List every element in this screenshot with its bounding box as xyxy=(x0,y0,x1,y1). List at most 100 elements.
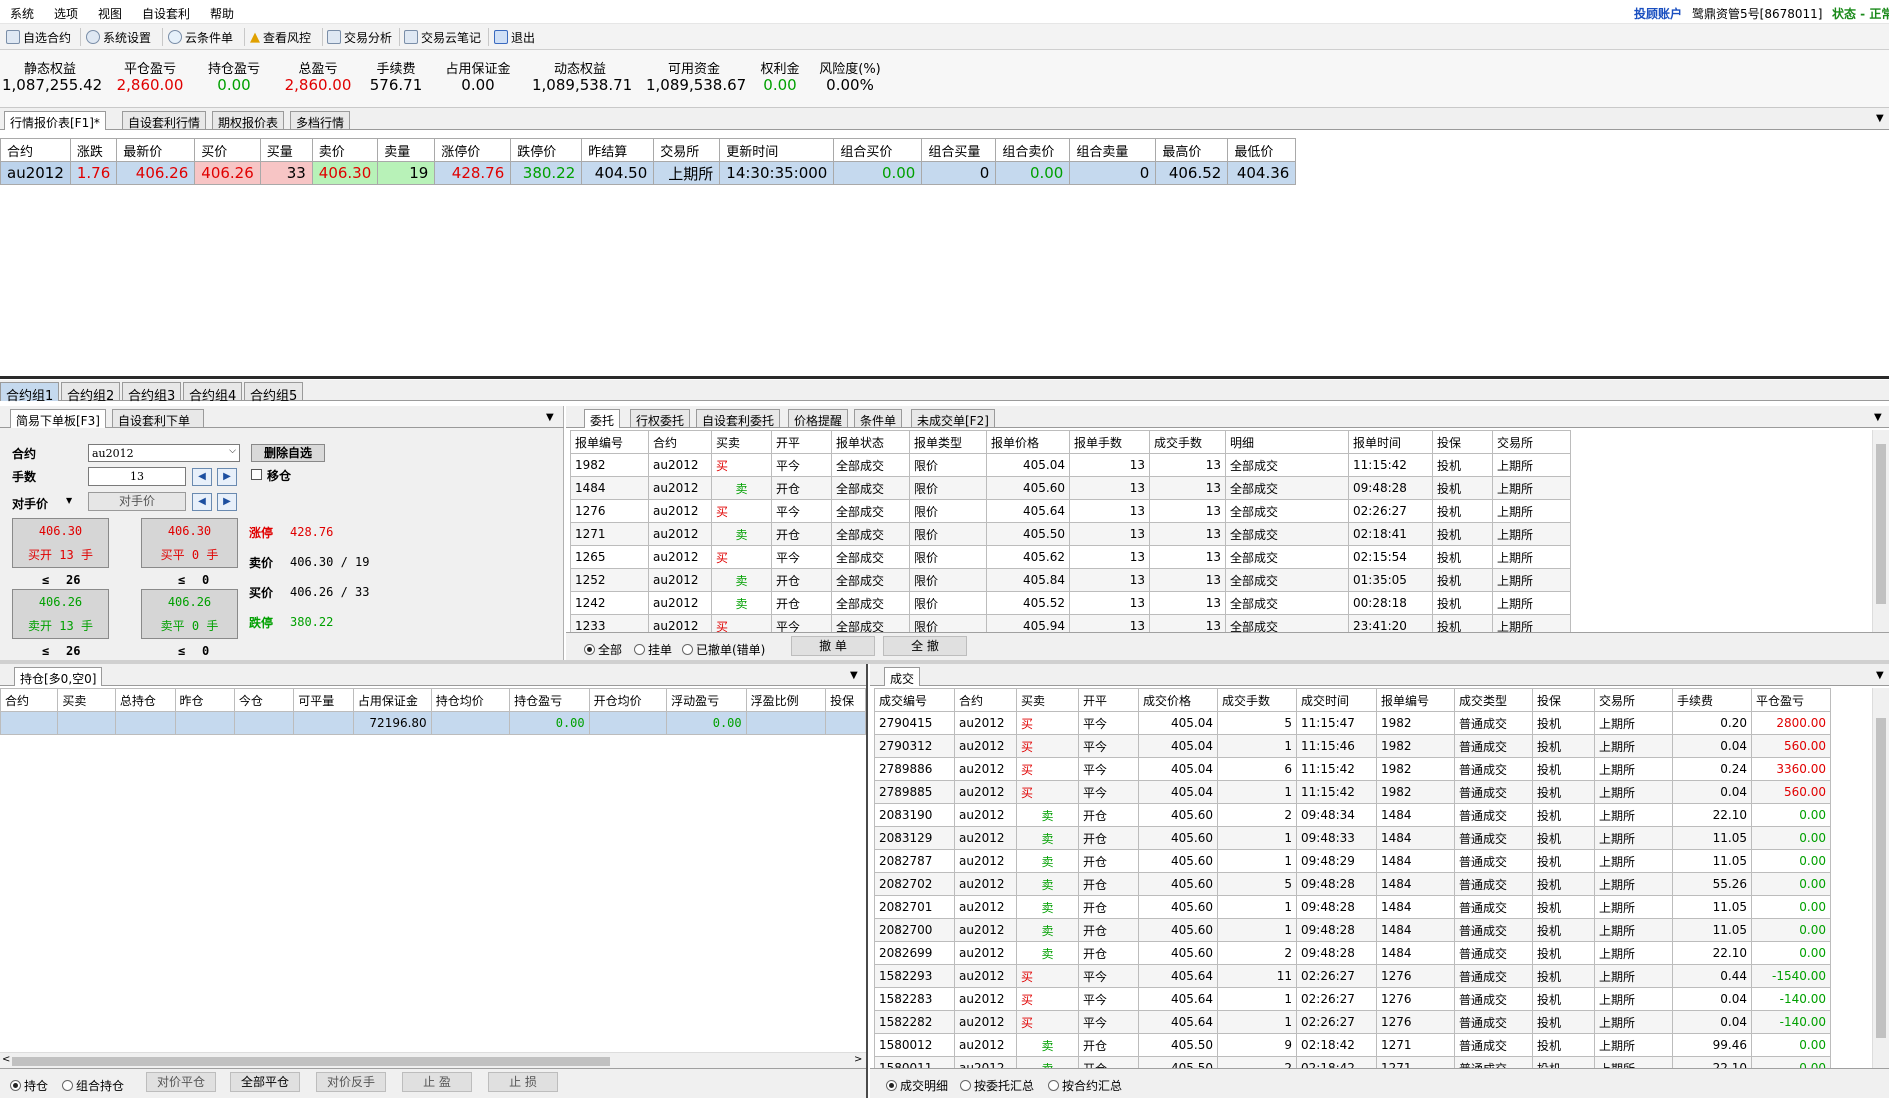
quote-header-cell[interactable]: 卖量 xyxy=(377,138,436,162)
menu-options[interactable]: 选项 xyxy=(54,5,78,22)
trades-row[interactable]: 1582293 au2012 买平今 405.64 11 02:26:27 1276 普通成交… xyxy=(874,964,1831,988)
chevron-down-icon[interactable]: ▼ xyxy=(546,412,554,423)
favorites-button[interactable]: 自选合约 xyxy=(6,29,71,45)
scroll-thumb[interactable] xyxy=(1876,718,1886,1038)
cancel-order-button[interactable]: 撤 单 xyxy=(791,636,875,656)
trades-header-cell[interactable]: 成交类型 xyxy=(1454,688,1533,712)
close-at-market-button[interactable]: 对价平仓 xyxy=(146,1072,216,1092)
tab-orders-1[interactable]: 行权委托 xyxy=(630,409,691,428)
orders-row[interactable]: 1265 au2012 买平今 全部成交 限价 405.62 13 13 全部成交 02:15:5… xyxy=(570,545,1571,569)
positions-header-cell[interactable]: 合约 xyxy=(0,688,59,712)
trades-header-cell[interactable]: 合约 xyxy=(954,688,1017,712)
filter-by-order-radio[interactable]: 按委托汇总 xyxy=(960,1077,1034,1094)
orders-row[interactable]: 1233 au2012 买平今 全部成交 限价 405.94 13 13 全部成交 23:41:2… xyxy=(570,614,1571,632)
orders-header-cell[interactable]: 成交手数 xyxy=(1149,430,1226,454)
take-profit-button[interactable]: 止 盈 xyxy=(402,1072,472,1092)
cloud-notes-button[interactable]: 交易云笔记 xyxy=(404,29,481,45)
orders-header-cell[interactable]: 交易所 xyxy=(1492,430,1571,454)
quote-header-cell[interactable]: 合约 xyxy=(0,138,71,162)
positions-header-cell[interactable]: 可平量 xyxy=(293,688,354,712)
positions-header-cell[interactable]: 总持仓 xyxy=(114,688,176,712)
trades-row[interactable]: 2082699 au2012 卖开仓 405.60 2 09:48:28 1484 普通成交投… xyxy=(874,941,1831,965)
stop-loss-button[interactable]: 止 损 xyxy=(488,1072,558,1092)
orders-row[interactable]: 1276 au2012 买平今 全部成交 限价 405.64 13 13 全部成交 02:26:2… xyxy=(570,499,1571,523)
trades-row[interactable]: 1582282 au2012 买平今 405.64 1 02:26:27 1276 普通成交投… xyxy=(874,1010,1831,1034)
orders-header-cell[interactable]: 报单编号 xyxy=(570,430,649,454)
chevron-down-icon[interactable]: ▼ xyxy=(850,670,858,681)
tab-orders-5[interactable]: 未成交单[F2] xyxy=(911,409,995,428)
trades-header-cell[interactable]: 手续费 xyxy=(1672,688,1752,712)
orders-header-cell[interactable]: 投保 xyxy=(1432,430,1493,454)
tab-orders-0[interactable]: 委托 xyxy=(584,409,621,428)
menu-view[interactable]: 视图 xyxy=(98,5,122,22)
tab-orders-3[interactable]: 价格提醒 xyxy=(788,409,849,428)
positions-header-cell[interactable]: 占用保证金 xyxy=(352,688,432,712)
quote-header-cell[interactable]: 最新价 xyxy=(116,138,196,162)
orders-header-cell[interactable]: 买卖 xyxy=(711,430,772,454)
chevron-down-icon[interactable]: ▼ xyxy=(1874,412,1882,423)
orders-header-cell[interactable]: 报单时间 xyxy=(1348,430,1433,454)
quantity-increase-button[interactable]: ▶ xyxy=(217,468,237,486)
trades-row[interactable]: 1580012 au2012 卖开仓 405.50 9 02:18:42 1271 普通成交投… xyxy=(874,1033,1831,1057)
trades-header-cell[interactable]: 交易所 xyxy=(1594,688,1673,712)
tab-positions[interactable]: 持仓[多0,空0] xyxy=(14,667,103,686)
filter-by-contract-radio[interactable]: 按合约汇总 xyxy=(1048,1077,1122,1094)
quote-header-cell[interactable]: 组合卖量 xyxy=(1069,138,1157,162)
orders-header-cell[interactable]: 报单手数 xyxy=(1069,430,1150,454)
positions-header-cell[interactable]: 浮动盈亏 xyxy=(666,688,747,712)
quote-header-cell[interactable]: 涨跌 xyxy=(69,138,118,162)
price-input[interactable]: 对手价 xyxy=(88,492,186,511)
trades-header-cell[interactable]: 成交编号 xyxy=(874,688,955,712)
orders-header-cell[interactable]: 报单类型 xyxy=(909,430,987,454)
positions-header-cell[interactable]: 昨仓 xyxy=(174,688,235,712)
orders-row[interactable]: 1242 au2012 卖开仓 全部成交 限价 405.52 13 13 全部成交 00:28:1… xyxy=(570,591,1571,615)
quote-header-cell[interactable]: 最高价 xyxy=(1155,138,1229,162)
scroll-thumb[interactable] xyxy=(1876,444,1886,604)
trade-analysis-button[interactable]: 交易分析 xyxy=(327,29,392,45)
trades-scrollbar[interactable] xyxy=(1872,688,1889,1068)
contract-select[interactable]: au2012 ⌵ xyxy=(88,444,240,462)
quantity-input[interactable]: 13 xyxy=(88,467,186,486)
tab-trades[interactable]: 成交 xyxy=(884,667,921,686)
quote-header-cell[interactable]: 涨停价 xyxy=(434,138,512,162)
tab-arbitrage-quotes[interactable]: 自设套利行情 xyxy=(122,111,207,130)
menu-arbitrage[interactable]: 自设套利 xyxy=(142,5,190,22)
quote-header-cell[interactable]: 买量 xyxy=(259,138,313,162)
orders-row[interactable]: 1252 au2012 卖开仓 全部成交 限价 405.84 13 13 全部成交 01:35:0… xyxy=(570,568,1571,592)
quote-header-cell[interactable]: 组合卖价 xyxy=(995,138,1071,162)
tab-contract-group-2[interactable]: 合约组2 xyxy=(61,382,121,404)
trades-row[interactable]: 2082701 au2012 卖开仓 405.60 1 09:48:28 1484 普通成交投… xyxy=(874,895,1831,919)
filter-pending-radio[interactable]: 挂单 xyxy=(634,641,672,658)
trades-header-cell[interactable]: 成交价格 xyxy=(1138,688,1218,712)
menu-help[interactable]: 帮助 xyxy=(210,5,234,22)
positions-header-cell[interactable]: 浮盈比例 xyxy=(745,688,827,712)
move-position-checkbox[interactable] xyxy=(251,469,262,480)
filter-trade-detail-radio[interactable]: 成交明细 xyxy=(886,1077,948,1094)
orders-header-cell[interactable]: 明细 xyxy=(1225,430,1349,454)
trades-header-cell[interactable]: 开平 xyxy=(1078,688,1139,712)
trades-header-cell[interactable]: 成交手数 xyxy=(1217,688,1297,712)
quote-header-cell[interactable]: 跌停价 xyxy=(510,138,583,162)
trades-header-cell[interactable]: 平仓盈亏 xyxy=(1751,688,1831,712)
tab-orders-4[interactable]: 条件单 xyxy=(854,409,903,428)
trades-row[interactable]: 2082702 au2012 卖开仓 405.60 5 09:48:28 1484 普通成交投… xyxy=(874,872,1831,896)
orders-scrollbar[interactable] xyxy=(1872,430,1889,632)
positions-header-cell[interactable]: 今仓 xyxy=(233,688,295,712)
trades-row[interactable]: 1582283 au2012 买平今 405.64 1 02:26:27 1276 普通成交投… xyxy=(874,987,1831,1011)
sell-close-button[interactable]: 406.26 卖平 0 手 xyxy=(141,589,238,639)
caret-down-icon[interactable]: ▼ xyxy=(66,496,72,505)
trades-header-cell[interactable]: 投保 xyxy=(1532,688,1595,712)
quote-row[interactable]: au2012 1.76 406.26 406.26 33 406.30 19 428.76 38… xyxy=(0,161,1297,185)
positions-header-cell[interactable]: 持仓盈亏 xyxy=(509,688,590,712)
trades-row[interactable]: 2790415 au2012 买平今 405.04 5 11:15:47 1982 普通成交投… xyxy=(874,711,1831,735)
positions-header-cell[interactable]: 投保 xyxy=(825,688,866,712)
price-type-label[interactable]: 对手价 xyxy=(12,495,48,512)
trades-row[interactable]: 2083129 au2012 卖开仓 405.60 1 09:48:33 1484 普通成交投… xyxy=(874,826,1831,850)
quote-header-cell[interactable]: 最低价 xyxy=(1227,138,1297,162)
menu-system[interactable]: 系统 xyxy=(10,5,34,22)
orders-row[interactable]: 1484 au2012 卖开仓 全部成交 限价 405.60 13 13 全部成交 09:48:2… xyxy=(570,476,1571,500)
tab-simple-order[interactable]: 简易下单板[F3] xyxy=(10,409,106,428)
filter-combo-positions-radio[interactable]: 组合持仓 xyxy=(62,1077,124,1094)
chevron-down-icon[interactable]: ▼ xyxy=(1876,670,1884,681)
quote-header-cell[interactable]: 昨结算 xyxy=(581,138,655,162)
